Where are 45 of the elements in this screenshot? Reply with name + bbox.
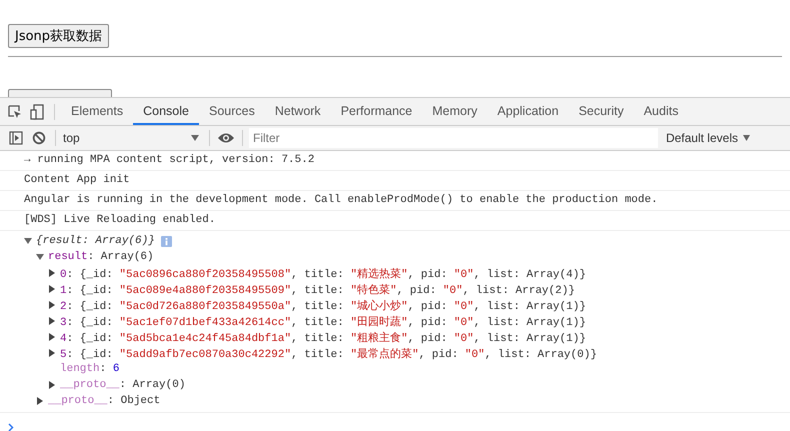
clear-icon[interactable] [32,131,46,145]
expand-arrow-icon[interactable] [48,269,56,277]
tree-entry: __proto__: Array(0) [60,379,186,391]
console-message: Angular is running in the development mode. Call enableProdMode() to enable the production mode. [0,191,790,211]
prompt-icon[interactable] [8,423,14,431]
jsonp-button[interactable]: Jsonp获取数据 [8,24,110,48]
levels-dropdown[interactable]: Default levels [658,128,790,148]
console-message: Content App init [0,171,790,191]
inspect-icon[interactable] [8,104,22,118]
devtools-tab[interactable]: Network [264,98,331,125]
console-message: [WDS] Live Reloading enabled. [0,211,790,231]
devtools-tab[interactable]: Sources [198,98,265,125]
caret-icon [743,135,750,141]
tree-entry: {result: Array(6)} [36,235,155,247]
devtools-tab[interactable]: Application [487,98,569,125]
devtools-tab[interactable]: Audits [634,98,688,125]
devtools-tab[interactable]: Elements [61,98,134,125]
tree-entry: 5: {_id: "5add9afb7ec0870a30c42292", title: "最常点的菜", pid: "0", list: Array(0)} [60,346,597,360]
sidebar-icon[interactable] [9,131,23,145]
tree-entry: 0: {_id: "5ac0896ca880f20358495508", title: "精选热菜", pid: "0", list: Array(4)} [60,267,586,280]
tree-entry: result: Array(6) [48,251,154,263]
tree-entry: 3: {_id: "5ac1ef07d1bef433a42614cc", title: "田园时蔬", pid: "0", list: Array(1)} [60,314,586,328]
filter-field[interactable]: Filter [249,128,658,148]
expand-arrow-icon[interactable] [48,381,56,389]
expand-arrow-icon[interactable] [36,397,44,405]
devtools-tab[interactable]: Performance [330,98,422,125]
console-message: → running MPA content script, version: 7.5.2 [0,151,790,171]
expand-arrow-icon[interactable] [48,317,56,325]
caret-icon [191,135,199,141]
eye-icon[interactable] [218,132,234,144]
tree-entry: __proto__: Object [48,395,160,407]
tree-entry: 1: {_id: "5ac089e4a880f20358495509", title: "特色菜", pid: "0", list: Array(2)} [60,283,575,296]
expand-arrow-icon[interactable] [48,301,56,309]
expand-arrow-icon[interactable] [48,333,56,341]
devtools-tab[interactable]: Security [568,98,634,125]
collapse-arrow-icon[interactable] [24,237,32,245]
device-icon[interactable] [30,104,44,120]
collapse-arrow-icon[interactable] [36,253,44,261]
context-select[interactable]: top [59,128,205,148]
tree-entry: length: 6 [60,363,120,375]
tree-entry: 4: {_id: "5ad5bca1e4c24f45a84dbf1a", title: "粗粮主食", pid: "0", list: Array(1)} [60,330,586,344]
tree-entry: 2: {_id: "5ac0d726a880f2035849550a", title: "城心小炒", pid: "0", list: Array(1)} [60,298,586,312]
expand-arrow-icon[interactable] [48,349,56,357]
devtools-tab[interactable]: Memory [422,98,488,125]
expand-arrow-icon[interactable] [48,285,56,293]
